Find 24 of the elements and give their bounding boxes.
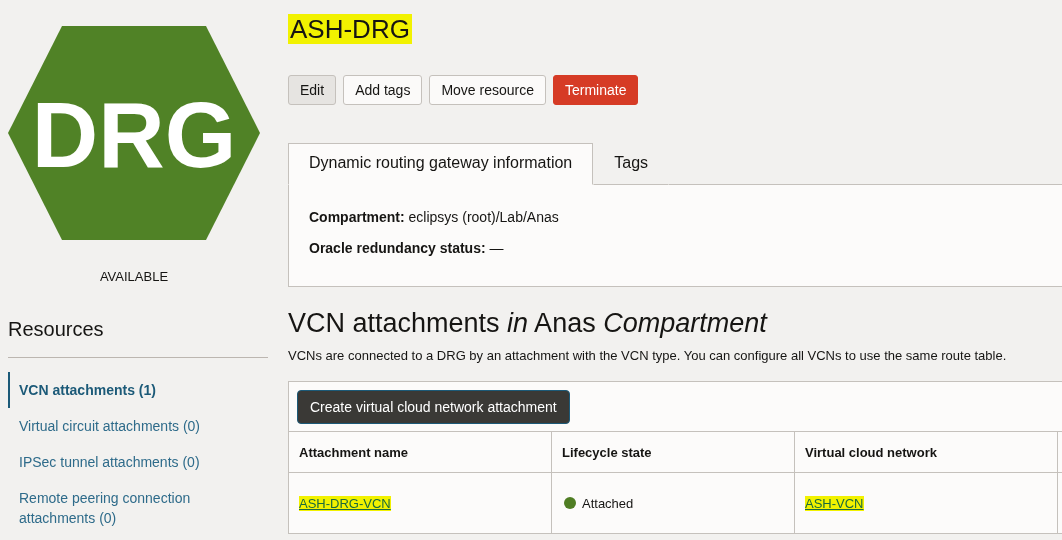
create-attachment-button[interactable]: Create virtual cloud network attachment	[297, 390, 570, 424]
action-button[interactable]: Move resource	[429, 75, 546, 105]
column-header: Virtual cloud network	[795, 431, 1058, 472]
vcn-link[interactable]: ASH-VCN	[805, 495, 864, 511]
action-button[interactable]: Edit	[288, 75, 337, 105]
column-header: Lifecycle state	[552, 431, 795, 472]
status-label: AVAILABLE	[98, 269, 170, 284]
tab[interactable]: Dynamic routing gateway information	[288, 143, 594, 185]
resource-link[interactable]: Virtual circuit attachments (0)	[8, 408, 268, 444]
detail-text: Compartment: eclipsys (root)/Lab/Anas	[309, 209, 560, 225]
section-heading: VCN attachments in Anas Compartment	[288, 307, 769, 339]
section-description: VCNs are connected to a DRG by an attachment with the VCN type. You can configure all VCNs to use the same route table.	[288, 348, 1008, 363]
resource-link[interactable]: IPSec tunnel attachments (0)	[8, 444, 268, 480]
resources-heading: Resources	[8, 318, 268, 358]
state-text: Attached	[582, 495, 634, 511]
attachment-link[interactable]: ASH-DRG-VCN	[299, 495, 391, 511]
resource-link[interactable]: Remote peering connection attachments (0)	[8, 480, 268, 536]
column-header: Attachment name	[289, 431, 552, 472]
detail-text: Oracle redundancy status: —	[309, 240, 505, 256]
action-button[interactable]: Add tags	[343, 75, 423, 105]
drg-logo: DRG	[8, 26, 260, 240]
action-button[interactable]: Terminate	[553, 75, 639, 105]
page-title: ASH-DRG	[288, 14, 412, 44]
resource-link[interactable]: VCN attachments (1)	[8, 372, 268, 408]
